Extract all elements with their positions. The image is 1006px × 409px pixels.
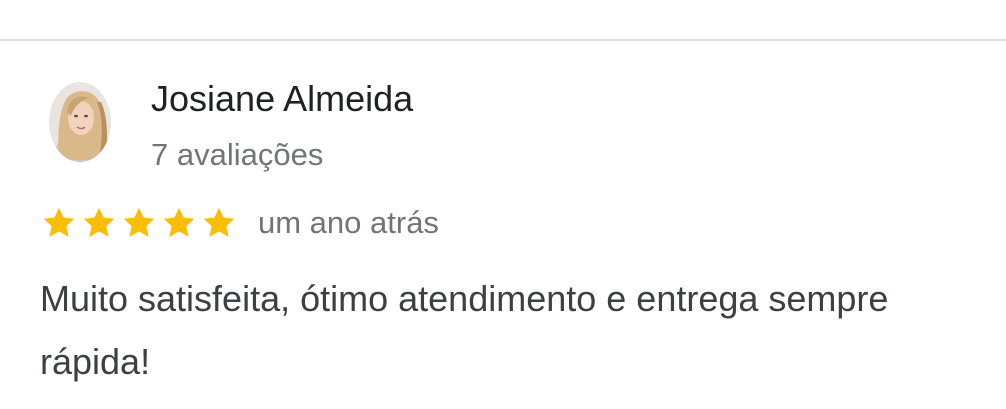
star-rating [40,205,238,241]
review-text: Muito satisfeita, ótimo atendimento e en… [40,278,889,382]
star-icon [200,205,238,241]
avatar-photo [49,82,111,162]
author-review-count[interactable]: 7 avaliações [151,136,323,174]
avatar[interactable] [49,82,111,162]
author-name[interactable]: Josiane Almeida [151,77,413,121]
review-card: Josiane Almeida 7 avaliações um ano atrá… [0,41,1006,409]
star-icon [160,205,198,241]
review-time: um ano atrás [258,205,439,240]
star-icon [80,205,118,241]
star-icon [40,205,78,241]
rating-row: um ano atrás [40,201,439,245]
star-icon [120,205,158,241]
